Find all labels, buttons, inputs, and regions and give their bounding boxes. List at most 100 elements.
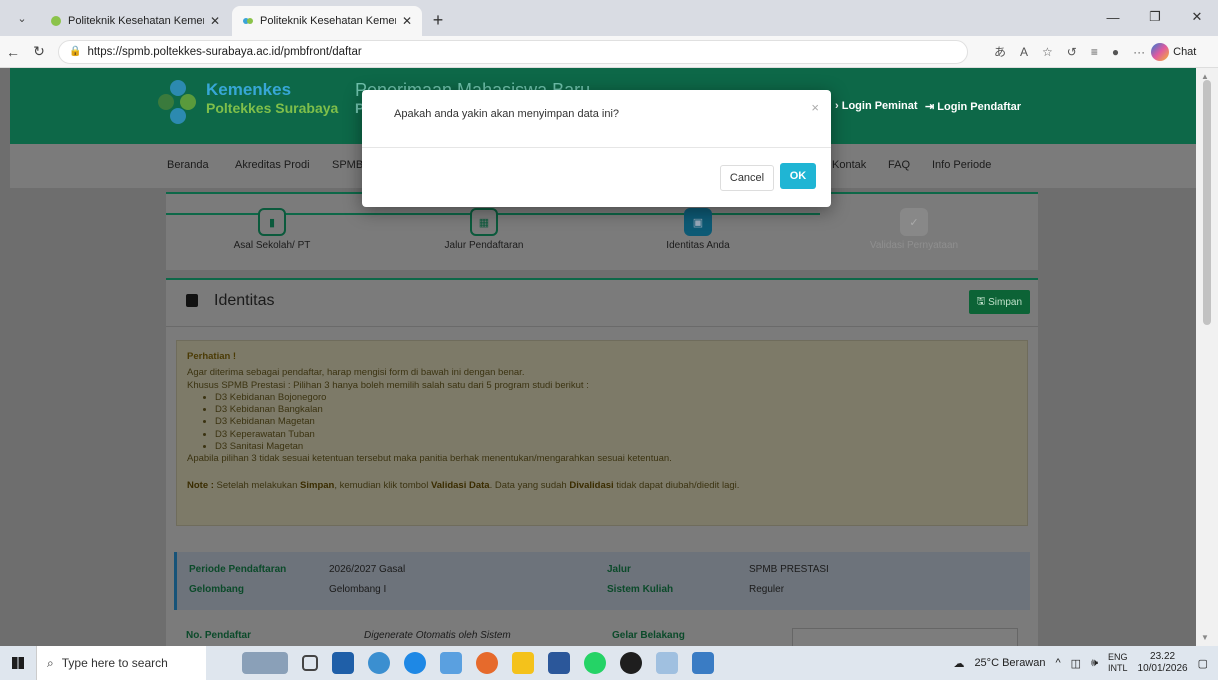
logo-text-poltekkes: Poltekkes Surabaya <box>206 100 339 116</box>
program-item: D3 Kebidanan Magetan <box>215 416 1017 428</box>
menu-item-spmb[interactable]: SPMB <box>332 159 363 171</box>
step-label-asal-sekolah: Asal Sekolah/ PT <box>233 240 311 251</box>
jalur-label: Jalur <box>607 564 631 575</box>
note-simpan: Simpan <box>300 479 335 491</box>
identity-title: Identitas <box>214 292 275 309</box>
lang-line-1: ENG <box>1108 652 1128 662</box>
maximize-icon[interactable]: ❐ <box>1134 0 1176 34</box>
page-scrollbar[interactable]: ▲ ▼ <box>1196 68 1218 646</box>
login-peminat-link[interactable]: › Login Peminat <box>835 100 918 112</box>
note-label: Note : <box>187 479 214 491</box>
url-field[interactable]: 🔒 https://spmb.poltekkes-surabaya.ac.id/… <box>58 39 968 64</box>
lock-icon: 🔒 <box>69 46 82 57</box>
taskbar-search[interactable]: ⌕ Type here to search <box>36 646 206 680</box>
window-controls: — ❐ ✕ <box>1092 0 1218 34</box>
browser-tab-1[interactable]: Politeknik Kesehatan Kemenkes Su ✕ <box>40 6 230 36</box>
tray-chevron-icon[interactable]: ^ <box>1056 657 1061 669</box>
jalur-value: SPMB PRESTASI <box>749 564 829 575</box>
weather-icon[interactable]: ☁ <box>953 657 964 670</box>
note-text: tidak dapat diubah/diedit lagi. <box>613 479 740 491</box>
menu-item-kontak[interactable]: Kontak <box>832 159 866 171</box>
tab-actions-chevron-icon[interactable]: ⌄ <box>8 4 36 32</box>
address-bar-row: ← ↻ 🔒 https://spmb.poltekkes-surabaya.ac… <box>0 36 1218 68</box>
note-text: , kemudian klik tombol <box>334 479 431 491</box>
gelar-belakang-input[interactable] <box>792 628 1018 646</box>
document-icon[interactable]: ▮ <box>258 208 286 236</box>
dialog-close-icon[interactable]: × <box>811 100 819 115</box>
translate-icon[interactable]: あ <box>994 43 1006 60</box>
new-tab-icon[interactable]: + <box>424 6 452 34</box>
url-text: https://spmb.poltekkes-surabaya.ac.id/pm… <box>87 45 362 58</box>
weather-text[interactable]: 25°C Berawan <box>974 657 1045 669</box>
browser-tab-2[interactable]: Politeknik Kesehatan Kemenkes Su ✕ <box>232 6 422 36</box>
paint-icon[interactable] <box>656 652 678 674</box>
scrollbar-thumb[interactable] <box>1203 80 1211 325</box>
photos-icon[interactable] <box>368 652 390 674</box>
ok-button[interactable]: OK <box>780 163 816 189</box>
gelombang-value: Gelombang I <box>329 584 387 595</box>
notification-icon[interactable]: ▢ <box>1198 657 1208 670</box>
store-icon[interactable] <box>332 652 354 674</box>
tab-title: Politeknik Kesehatan Kemenkes Su <box>260 15 396 27</box>
windows-logo-icon <box>12 657 24 669</box>
tab-title: Politeknik Kesehatan Kemenkes Su <box>68 15 204 27</box>
read-aloud-icon[interactable]: A <box>1020 45 1028 59</box>
kemenkes-logo-icon <box>158 80 198 126</box>
copilot-chat-button[interactable]: Chat <box>1151 42 1196 61</box>
program-item: D3 Kebidanan Bojonegoro <box>215 392 1017 404</box>
word-icon[interactable] <box>548 652 570 674</box>
profile-icon[interactable]: ● <box>1112 45 1119 59</box>
close-window-icon[interactable]: ✕ <box>1176 0 1218 34</box>
lang-line-2: INTL <box>1108 663 1128 673</box>
firefox-icon[interactable] <box>476 652 498 674</box>
back-icon[interactable]: ← <box>0 44 26 60</box>
periode-label: Periode Pendaftaran <box>189 564 287 575</box>
start-button[interactable] <box>0 657 36 669</box>
menu-item-akreditas[interactable]: Akreditas Prodi <box>235 159 310 171</box>
folder-icon[interactable] <box>512 652 534 674</box>
clock[interactable]: 23.22 10/01/2026 <box>1138 651 1188 675</box>
simpan-button[interactable]: 🖫 Simpan <box>968 290 1030 314</box>
photos-app-icon[interactable] <box>692 652 714 674</box>
network-icon[interactable]: ◫ <box>1071 657 1081 670</box>
menu-item-beranda[interactable]: Beranda <box>167 159 209 171</box>
close-tab-icon[interactable]: ✕ <box>210 14 220 28</box>
scroll-down-icon[interactable]: ▼ <box>1201 633 1209 642</box>
note-text: Setelah melakukan <box>213 479 301 491</box>
whatsapp-icon[interactable] <box>584 652 606 674</box>
news-widget-icon[interactable] <box>242 652 288 674</box>
registration-info-panel: Periode Pendaftaran 2026/2027 Gasal Gelo… <box>174 552 1030 610</box>
program-item: D3 Kebidanan Bangkalan <box>215 404 1017 416</box>
obs-icon[interactable] <box>620 652 642 674</box>
program-item: D3 Keperawatan Tuban <box>215 429 1017 441</box>
favorite-star-icon[interactable]: ☆ <box>1042 45 1053 59</box>
notice-box: Perhatian ! Agar diterima sebagai pendaf… <box>176 340 1028 526</box>
login-pendaftar-link[interactable]: ⇥ Login Pendaftar <box>925 100 1021 113</box>
language-indicator[interactable]: ENG INTL <box>1108 652 1128 674</box>
menu-item-faq[interactable]: FAQ <box>888 159 910 171</box>
favorites-icon[interactable]: ≡ <box>1091 45 1098 59</box>
explorer-icon[interactable] <box>440 652 462 674</box>
identity-card: Identitas 🖫 Simpan Perhatian ! Agar diter… <box>166 278 1038 646</box>
refresh-icon[interactable]: ↻ <box>26 43 52 60</box>
program-item: D3 Sanitasi Magetan <box>215 441 1017 453</box>
id-card-icon[interactable]: ▣ <box>684 208 712 236</box>
menu-item-info-periode[interactable]: Info Periode <box>932 159 991 171</box>
cancel-button[interactable]: Cancel <box>720 165 774 191</box>
favicon-icon <box>243 18 253 24</box>
dialog-divider <box>362 147 831 148</box>
edge-icon[interactable] <box>404 652 426 674</box>
calendar-icon[interactable]: ▦ <box>470 208 498 236</box>
refresh-extension-icon[interactable]: ↺ <box>1067 45 1077 59</box>
volume-icon[interactable]: 🕪 <box>1091 657 1098 670</box>
notice-line-2: Khusus SPMB Prestasi : Pilihan 3 hanya b… <box>187 379 589 391</box>
more-icon[interactable]: ··· <box>1133 45 1145 59</box>
step-label-identitas: Identitas Anda <box>666 240 730 251</box>
close-tab-icon[interactable]: ✕ <box>402 14 412 28</box>
task-view-icon[interactable] <box>302 655 318 671</box>
sistem-kuliah-label: Sistem Kuliah <box>607 584 674 595</box>
notice-note: Note : Setelah melakukan Simpan, kemudia… <box>187 480 1017 492</box>
notice-line-1: Agar diterima sebagai pendaftar, harap m… <box>187 367 525 379</box>
login-peminat-label: Login Peminat <box>841 100 918 112</box>
minimize-icon[interactable]: — <box>1092 0 1134 34</box>
